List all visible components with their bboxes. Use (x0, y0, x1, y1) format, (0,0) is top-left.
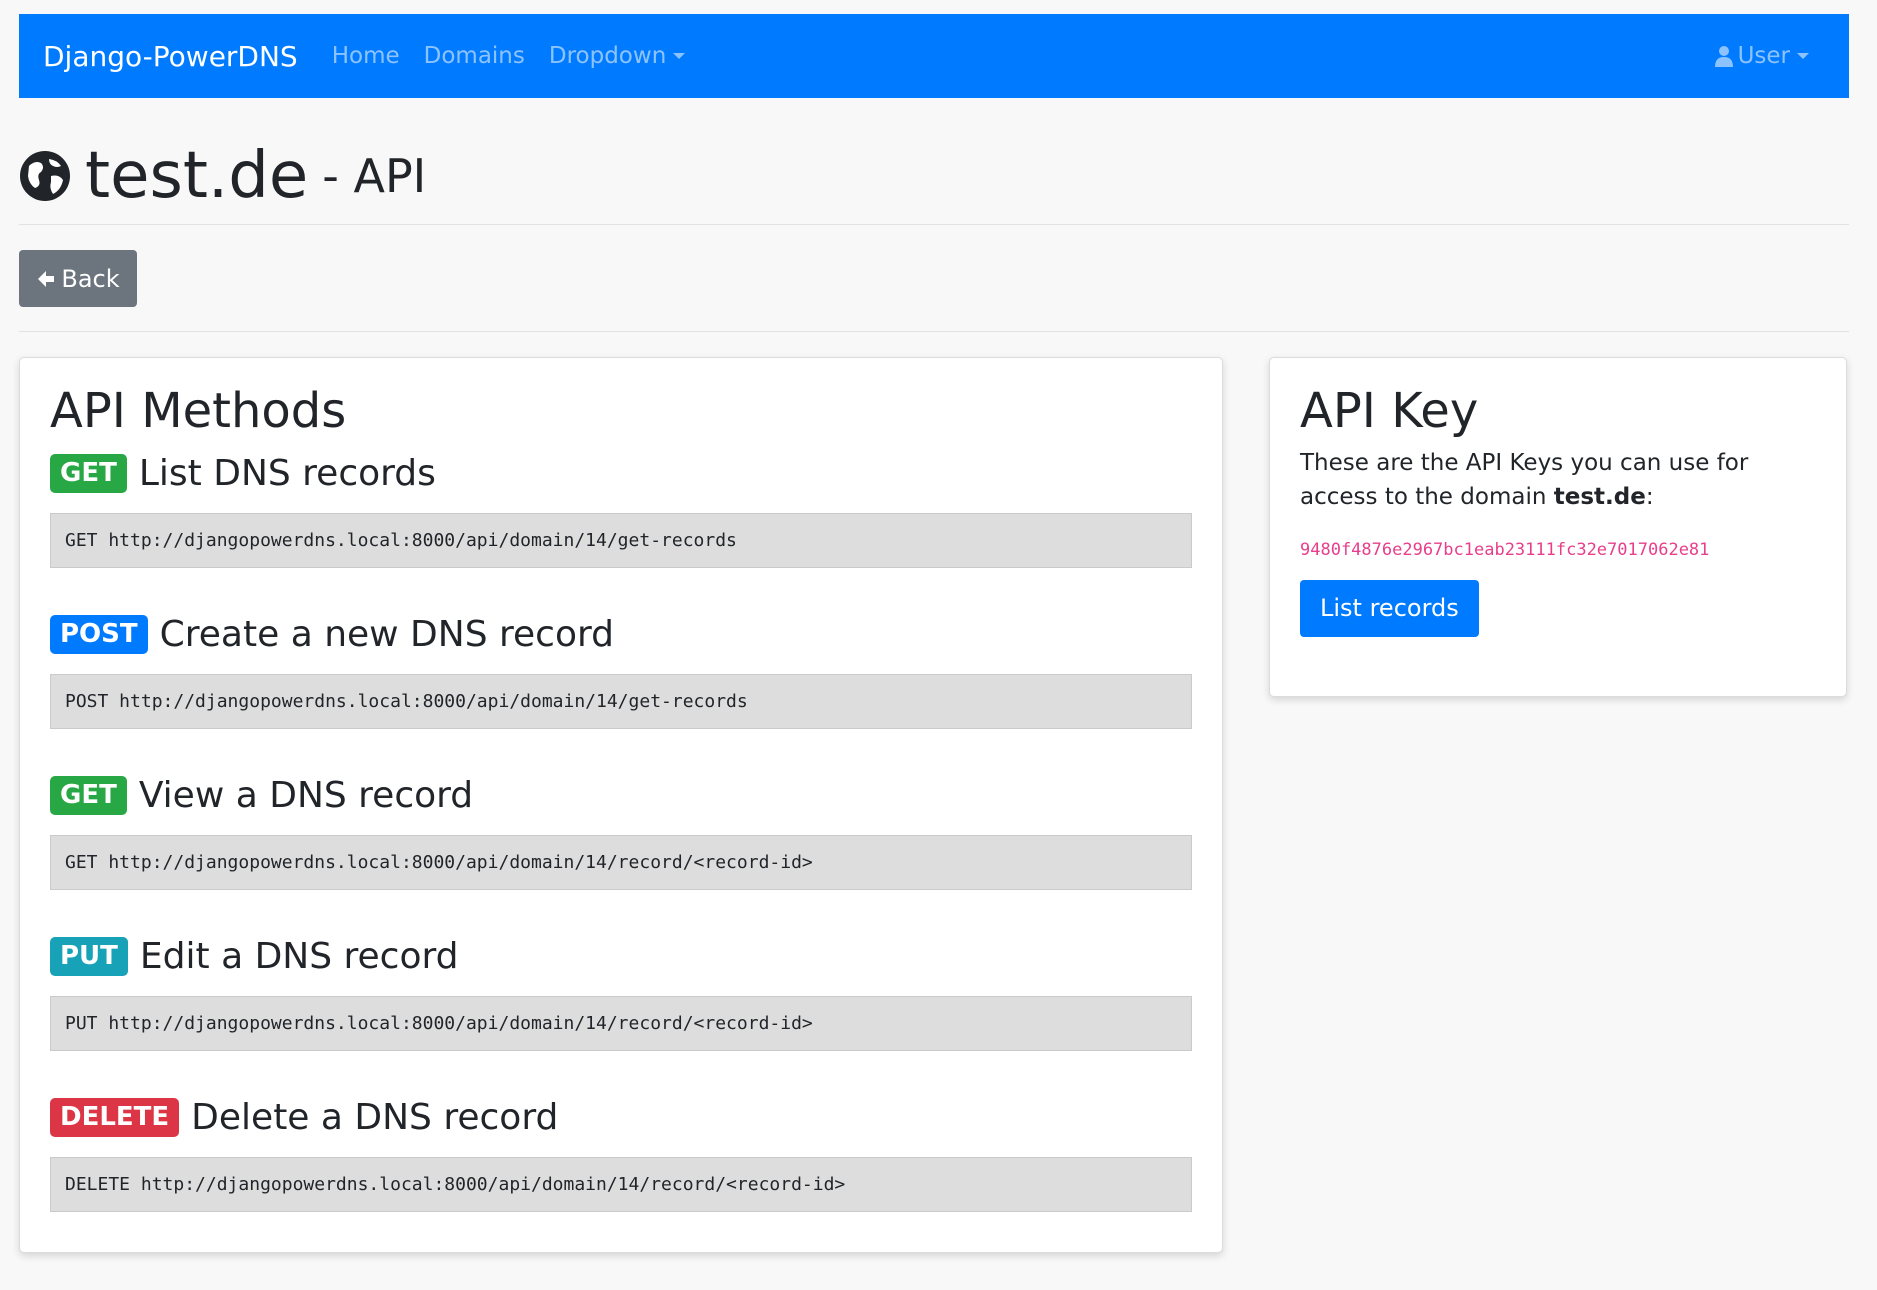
user-icon (1714, 46, 1733, 67)
divider (19, 331, 1849, 332)
page-title-suffix: - API (322, 149, 427, 203)
method-title: List DNS records (138, 452, 436, 494)
api-key-card: API Key These are the API Keys you can u… (1269, 357, 1847, 697)
navbar: Django-PowerDNS Home Domains Dropdown Us… (19, 14, 1849, 98)
user-menu-label: User (1737, 43, 1790, 69)
back-button-label: Back (61, 264, 120, 293)
api-key-description: These are the API Keys you can use for a… (1300, 447, 1816, 514)
method-item: DELETE Delete a DNS record DELETE http:/… (50, 1091, 1192, 1213)
method-badge: DELETE (50, 1097, 180, 1137)
method-endpoint: DELETE http://djangopowerdns.local:8000/… (50, 1157, 1192, 1213)
method-endpoint: GET http://djangopowerdns.local:8000/api… (50, 513, 1192, 569)
page-title: test.de (85, 139, 309, 213)
page-header: test.de - API (19, 128, 1849, 224)
api-key-domain: test.de (1553, 483, 1646, 510)
method-item: POST Create a new DNS record POST http:/… (50, 608, 1192, 730)
method-badge: GET (50, 775, 127, 815)
nav-dropdown[interactable]: Dropdown (548, 43, 686, 69)
nav-link-home[interactable]: Home (332, 43, 400, 69)
api-methods-title: API Methods (50, 383, 347, 439)
method-item: GET List DNS records GET http://djangopo… (50, 447, 1192, 569)
nav-dropdown-label: Dropdown (548, 43, 667, 69)
api-key-description-end: : (1645, 483, 1654, 510)
method-endpoint: GET http://djangopowerdns.local:8000/api… (50, 835, 1192, 891)
method-title: Create a new DNS record (159, 613, 614, 655)
method-item: PUT Edit a DNS record PUT http://djangop… (50, 930, 1192, 1052)
api-key-description-text: These are the API Keys you can use for a… (1300, 450, 1749, 510)
api-key-value[interactable]: 9480f4876e2967bc1eab23111fc32e7017062e81 (1300, 540, 1816, 560)
divider (19, 224, 1849, 225)
globe-icon (20, 151, 70, 201)
brand-link[interactable]: Django-PowerDNS (43, 40, 298, 73)
nav-link-domains[interactable]: Domains (424, 43, 525, 69)
method-badge: PUT (50, 936, 128, 976)
method-badge: POST (50, 614, 148, 654)
method-title: View a DNS record (138, 774, 474, 816)
method-item: GET View a DNS record GET http://djangop… (50, 769, 1192, 891)
user-menu[interactable]: User (1714, 43, 1809, 69)
caret-down-icon (1797, 53, 1809, 59)
caret-down-icon (673, 53, 686, 59)
back-button[interactable]: Back (19, 250, 137, 307)
method-badge: GET (50, 453, 127, 493)
method-endpoint: POST http://djangopowerdns.local:8000/ap… (50, 674, 1192, 730)
method-endpoint: PUT http://djangopowerdns.local:8000/api… (50, 996, 1192, 1052)
api-methods-card: API Methods GET List DNS records GET htt… (19, 357, 1223, 1253)
arrow-left-icon (38, 270, 55, 287)
api-key-title: API Key (1300, 383, 1479, 439)
method-title: Edit a DNS record (139, 935, 459, 977)
list-records-button[interactable]: List records (1300, 579, 1479, 637)
method-title: Delete a DNS record (191, 1096, 559, 1138)
